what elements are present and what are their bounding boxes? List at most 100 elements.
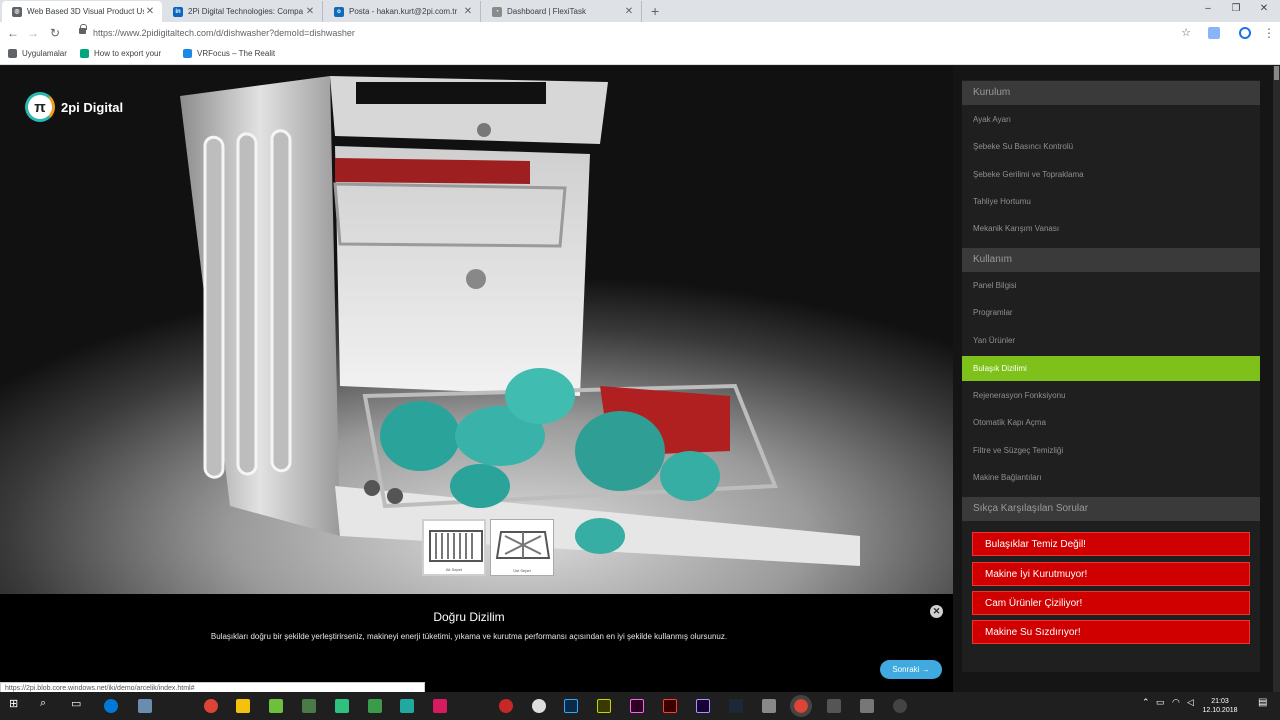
forward-arrow-icon[interactable]: → bbox=[26, 26, 40, 40]
address-bar-url[interactable]: https://www.2pidigitaltech.com/d/dishwas… bbox=[93, 28, 355, 38]
steam-icon[interactable] bbox=[729, 699, 743, 713]
faq-item-su-sizdiriyor[interactable]: Makine Su Sızdırıyor! bbox=[972, 620, 1250, 644]
chrome-active-icon[interactable] bbox=[790, 695, 812, 717]
taskbar-app-icon[interactable] bbox=[400, 699, 414, 713]
section-header-kurulum[interactable]: Kurulum bbox=[962, 81, 1260, 105]
taskbar-app-icon[interactable] bbox=[302, 699, 316, 713]
maximize-button[interactable]: ❐ bbox=[1228, 3, 1244, 14]
apps-grid-icon bbox=[8, 49, 17, 58]
sidebar-item-panel-bilgisi[interactable]: Panel Bilgisi bbox=[962, 273, 1260, 298]
bookmarks-bar: Uygulamalar How to export your VRFocus –… bbox=[0, 45, 1280, 65]
next-button[interactable]: Sonraki → bbox=[880, 660, 942, 679]
file-explorer-icon[interactable] bbox=[236, 699, 250, 713]
browser-tab-strip: ◎ Web Based 3D Visual Product Us ✕ in 2P… bbox=[0, 0, 1280, 22]
tab-title: 2Pi Digital Technologies: Compa bbox=[188, 7, 304, 16]
task-view-icon[interactable]: ▭ bbox=[71, 697, 81, 710]
close-tab-icon[interactable]: ✕ bbox=[623, 6, 635, 17]
sidebar-item-kapi-acma[interactable]: Otomatik Kapı Açma bbox=[962, 410, 1260, 435]
network-icon[interactable]: ▭ bbox=[1156, 697, 1165, 708]
linkedin-icon: in bbox=[173, 6, 183, 17]
tab-title: Web Based 3D Visual Product Us bbox=[27, 7, 144, 16]
sidebar-item-makine-baglantilari[interactable]: Makine Bağlantıları bbox=[962, 465, 1260, 490]
tab-web-based-3d[interactable]: ◎ Web Based 3D Visual Product Us ✕ bbox=[2, 1, 162, 22]
taskbar-app-icon[interactable] bbox=[860, 699, 874, 713]
taskbar-app-icon[interactable] bbox=[269, 699, 283, 713]
bookmark-label: VRFocus – The Realit bbox=[197, 49, 276, 58]
sidebar-item-yan-urunler[interactable]: Yan Ürünler bbox=[962, 328, 1260, 353]
animate-icon[interactable] bbox=[663, 699, 677, 713]
volume-icon[interactable]: ◁ bbox=[1187, 697, 1194, 708]
bookmark-vrfocus[interactable]: VRFocus – The Realit bbox=[183, 49, 275, 58]
sidebar-menu: Kurulum Ayak Ayarı Şebeke Su Basıncı Kon… bbox=[962, 80, 1260, 672]
chrome-icon[interactable] bbox=[204, 699, 218, 713]
upper-rack-thumbnail[interactable]: Üst Sepet bbox=[490, 519, 554, 576]
clock-time: 21:03 bbox=[1211, 698, 1229, 705]
windows-start-icon[interactable]: ⊞ bbox=[9, 697, 18, 710]
bookmark-how-to-export[interactable]: How to export your bbox=[80, 49, 161, 58]
browser-toolbar: ← → ↻ https://www.2pidigitaltech.com/d/d… bbox=[0, 22, 1280, 45]
page-scrollbar[interactable] bbox=[1273, 66, 1280, 692]
notifications-icon[interactable]: ▤ bbox=[1258, 697, 1267, 708]
wifi-icon[interactable]: ◠ bbox=[1172, 697, 1180, 708]
sidebar-item-programlar[interactable]: Programlar bbox=[962, 300, 1260, 325]
bookmark-apps[interactable]: Uygulamalar bbox=[8, 49, 67, 58]
brand-logo[interactable]: π 2pi Digital bbox=[25, 92, 123, 122]
taskbar-app-icon[interactable] bbox=[368, 699, 382, 713]
taskbar-app-icon[interactable] bbox=[532, 699, 546, 713]
sidebar-item-su-basinci[interactable]: Şebeke Su Basıncı Kontrolü bbox=[962, 134, 1260, 159]
section-header-faq[interactable]: Sıkça Karşılaşılan Sorular bbox=[962, 497, 1260, 521]
dishwasher-3d-model[interactable] bbox=[0, 66, 953, 594]
sidebar-item-gerilim[interactable]: Şebeke Gerilimi ve Topraklama bbox=[962, 162, 1260, 187]
faq-item-temiz-degil[interactable]: Bulaşıklar Temiz Değil! bbox=[972, 532, 1250, 556]
sidebar-item-karisim-vanasi[interactable]: Mekanik Karışım Vanası bbox=[962, 216, 1260, 241]
taskbar-app-icon[interactable] bbox=[335, 699, 349, 713]
tab-2pi-linkedin[interactable]: in 2Pi Digital Technologies: Compa ✕ bbox=[163, 1, 323, 22]
upper-rack-icon bbox=[495, 531, 551, 559]
tab-flexitask[interactable]: ◔ Dashboard | FlexiTask ✕ bbox=[482, 1, 642, 22]
reload-icon[interactable]: ↻ bbox=[48, 26, 62, 40]
faq-item-cam-ciziliyor[interactable]: Cam Ürünler Çiziliyor! bbox=[972, 591, 1250, 615]
close-tab-icon[interactable]: ✕ bbox=[144, 6, 156, 17]
skype-icon[interactable] bbox=[104, 699, 118, 713]
close-tab-icon[interactable]: ✕ bbox=[462, 6, 474, 17]
photoshop-icon[interactable] bbox=[564, 699, 578, 713]
new-tab-button[interactable]: + bbox=[651, 3, 659, 19]
tab-title: Posta - hakan.kurt@2pi.com.tr bbox=[349, 7, 458, 16]
close-icon[interactable]: ✕ bbox=[930, 605, 943, 618]
back-arrow-icon[interactable]: ← bbox=[6, 26, 20, 40]
premiere-icon[interactable] bbox=[696, 699, 710, 713]
profile-extension-icon[interactable] bbox=[1239, 27, 1251, 39]
taskbar-app-icon[interactable] bbox=[827, 699, 841, 713]
lower-rack-thumbnail[interactable]: Alt Sepet bbox=[422, 519, 486, 576]
system-clock[interactable]: 21:03 12.10.2018 bbox=[1200, 697, 1240, 715]
search-icon[interactable]: ⌕ bbox=[40, 697, 46, 710]
medium-icon bbox=[80, 49, 89, 58]
scrollbar-thumb[interactable] bbox=[1274, 66, 1279, 80]
faq-item-kurutmuyor[interactable]: Makine İyi Kurutmuyor! bbox=[972, 562, 1250, 586]
flexitask-icon: ◔ bbox=[492, 6, 502, 17]
sidebar-item-filtre-temizligi[interactable]: Filtre ve Süzgeç Temizliği bbox=[962, 438, 1260, 463]
extension-icon[interactable] bbox=[1208, 27, 1220, 39]
taskbar-app-icon[interactable] bbox=[762, 699, 776, 713]
close-tab-icon[interactable]: ✕ bbox=[304, 6, 316, 17]
3d-product-viewport[interactable]: π 2pi Digital Alt Sepet Üst Sepet bbox=[0, 66, 953, 594]
sidebar-item-ayak-ayari[interactable]: Ayak Ayarı bbox=[962, 107, 1260, 132]
taskbar-app-icon[interactable] bbox=[138, 699, 152, 713]
taskbar-app-icon[interactable] bbox=[433, 699, 447, 713]
tab-outlook-mail[interactable]: o Posta - hakan.kurt@2pi.com.tr ✕ bbox=[324, 1, 481, 22]
sidebar-item-rejenerasyon[interactable]: Rejenerasyon Fonksiyonu bbox=[962, 383, 1260, 408]
bookmark-star-icon[interactable]: ☆ bbox=[1179, 26, 1193, 39]
sidebar-item-bulasik-dizilimi[interactable]: Bulaşık Dizilimi bbox=[962, 356, 1260, 381]
tray-chevron-icon[interactable]: ⌃ bbox=[1142, 697, 1150, 708]
adobe-xd-icon[interactable] bbox=[630, 699, 644, 713]
page-content: π 2pi Digital Alt Sepet Üst Sepet Doğru … bbox=[0, 66, 1280, 695]
section-header-kullanim[interactable]: Kullanım bbox=[962, 248, 1260, 272]
taskbar-app-icon[interactable] bbox=[893, 699, 907, 713]
minimize-button[interactable]: – bbox=[1200, 3, 1216, 14]
close-window-button[interactable]: ✕ bbox=[1256, 3, 1272, 14]
sidebar-item-tahliye-hortumu[interactable]: Tahliye Hortumu bbox=[962, 189, 1260, 214]
fireworks-icon[interactable] bbox=[597, 699, 611, 713]
menu-kebab-icon[interactable]: ⋮ bbox=[1262, 26, 1276, 40]
bookmark-label: Uygulamalar bbox=[22, 49, 67, 58]
taskbar-app-icon[interactable] bbox=[499, 699, 513, 713]
